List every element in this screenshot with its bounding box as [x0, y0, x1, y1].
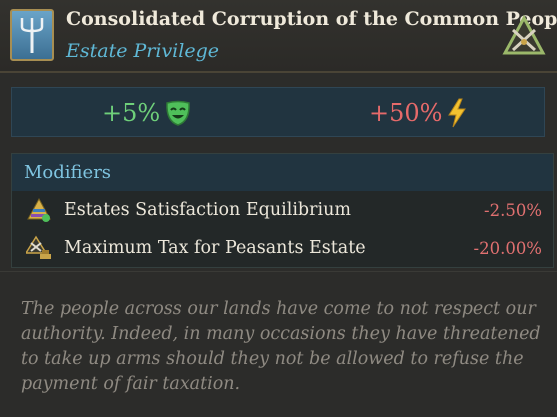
privilege-subtitle: Estate Privilege — [66, 40, 219, 62]
pitchfork-icon — [10, 9, 54, 61]
flavor-text: The people across our lands have come to… — [21, 299, 541, 394]
modifier-row: Maximum Tax for Peasants Estate -20.00% — [12, 229, 553, 267]
happy-mask-icon — [166, 100, 190, 126]
privilege-title: Consolidated Corruption of the Common Pe… — [66, 8, 557, 30]
lightning-icon — [448, 98, 467, 128]
satisfaction-value: +5% — [102, 99, 161, 127]
divider — [0, 271, 557, 272]
tooltip-header: Consolidated Corruption of the Common Pe… — [0, 0, 557, 73]
modifier-value: -2.50% — [484, 200, 542, 220]
modifier-row: Estates Satisfaction Equilibrium -2.50% — [12, 191, 553, 229]
modifier-label: Maximum Tax for Peasants Estate — [64, 238, 366, 258]
modifier-label: Estates Satisfaction Equilibrium — [64, 200, 351, 220]
influence-value: +50% — [369, 99, 443, 127]
modifiers-heading: Modifiers — [12, 154, 553, 191]
satisfaction-effect: +5% — [102, 88, 192, 138]
estate-pyramid-icon — [27, 197, 51, 222]
modifier-value: -20.00% — [473, 238, 543, 258]
peasant-tax-icon — [26, 235, 51, 259]
effects-summary: +5% +50% — [11, 87, 545, 137]
tools-triangle-icon — [502, 14, 546, 58]
modifiers-panel: Modifiers Estates Satisfaction Equilibri… — [11, 153, 554, 268]
influence-effect: +50% — [369, 88, 468, 138]
